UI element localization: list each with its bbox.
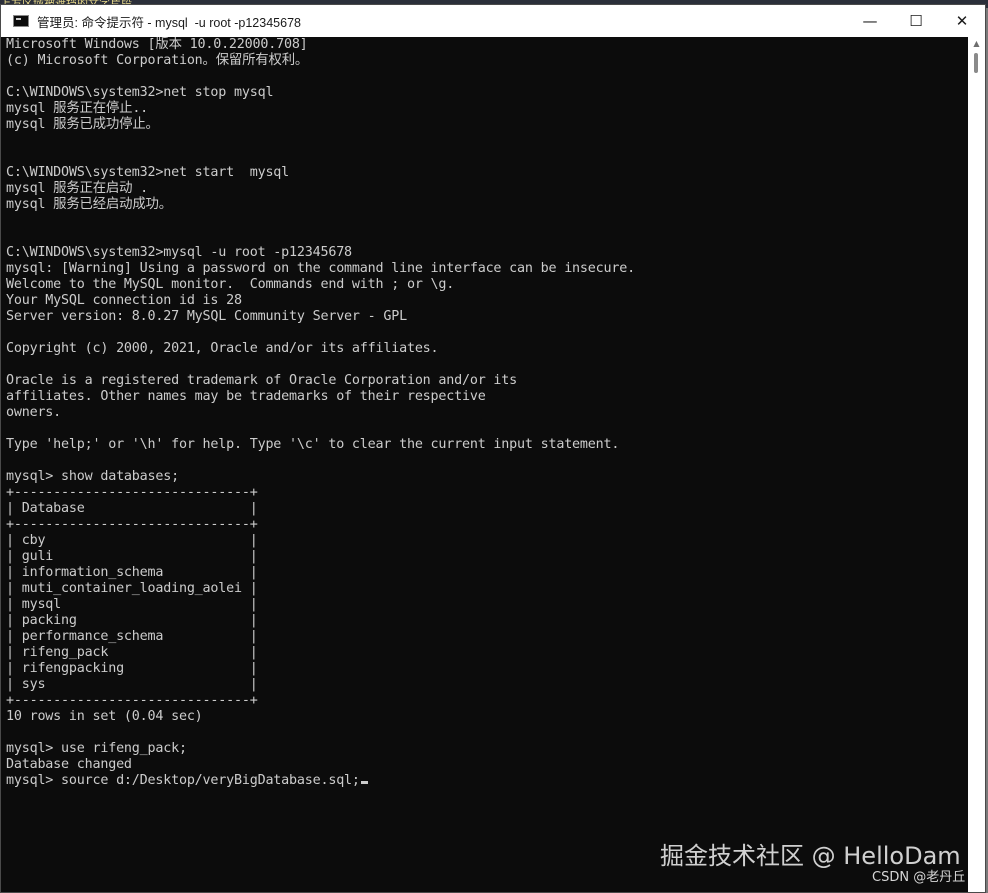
close-button[interactable]: ✕	[939, 5, 985, 37]
title-bar[interactable]: 管理员: 命令提示符 - mysql -u root -p12345678 — …	[1, 5, 985, 37]
maximize-button[interactable]: ☐	[893, 5, 939, 37]
scroll-thumb[interactable]	[974, 53, 978, 73]
console-text: Microsoft Windows [版本 10.0.22000.708] (c…	[1, 37, 969, 789]
vertical-scrollbar[interactable]: ▲	[968, 37, 985, 892]
minimize-icon: —	[862, 12, 878, 30]
terminal-icon	[13, 15, 29, 27]
credit-label: CSDN @老丹丘	[872, 870, 966, 885]
console-output[interactable]: Microsoft Windows [版本 10.0.22000.708] (c…	[1, 37, 969, 892]
console-lines: Microsoft Windows [版本 10.0.22000.708] (c…	[6, 37, 635, 788]
command-prompt-window: 管理员: 命令提示符 - mysql -u root -p12345678 — …	[0, 4, 986, 893]
close-icon: ✕	[955, 12, 969, 30]
minimize-button[interactable]: —	[847, 5, 893, 37]
maximize-icon: ☐	[909, 12, 923, 30]
scroll-up-icon[interactable]: ▲	[968, 39, 985, 48]
text-cursor	[360, 781, 368, 784]
window-title: 管理员: 命令提示符 - mysql -u root -p12345678	[37, 15, 301, 30]
